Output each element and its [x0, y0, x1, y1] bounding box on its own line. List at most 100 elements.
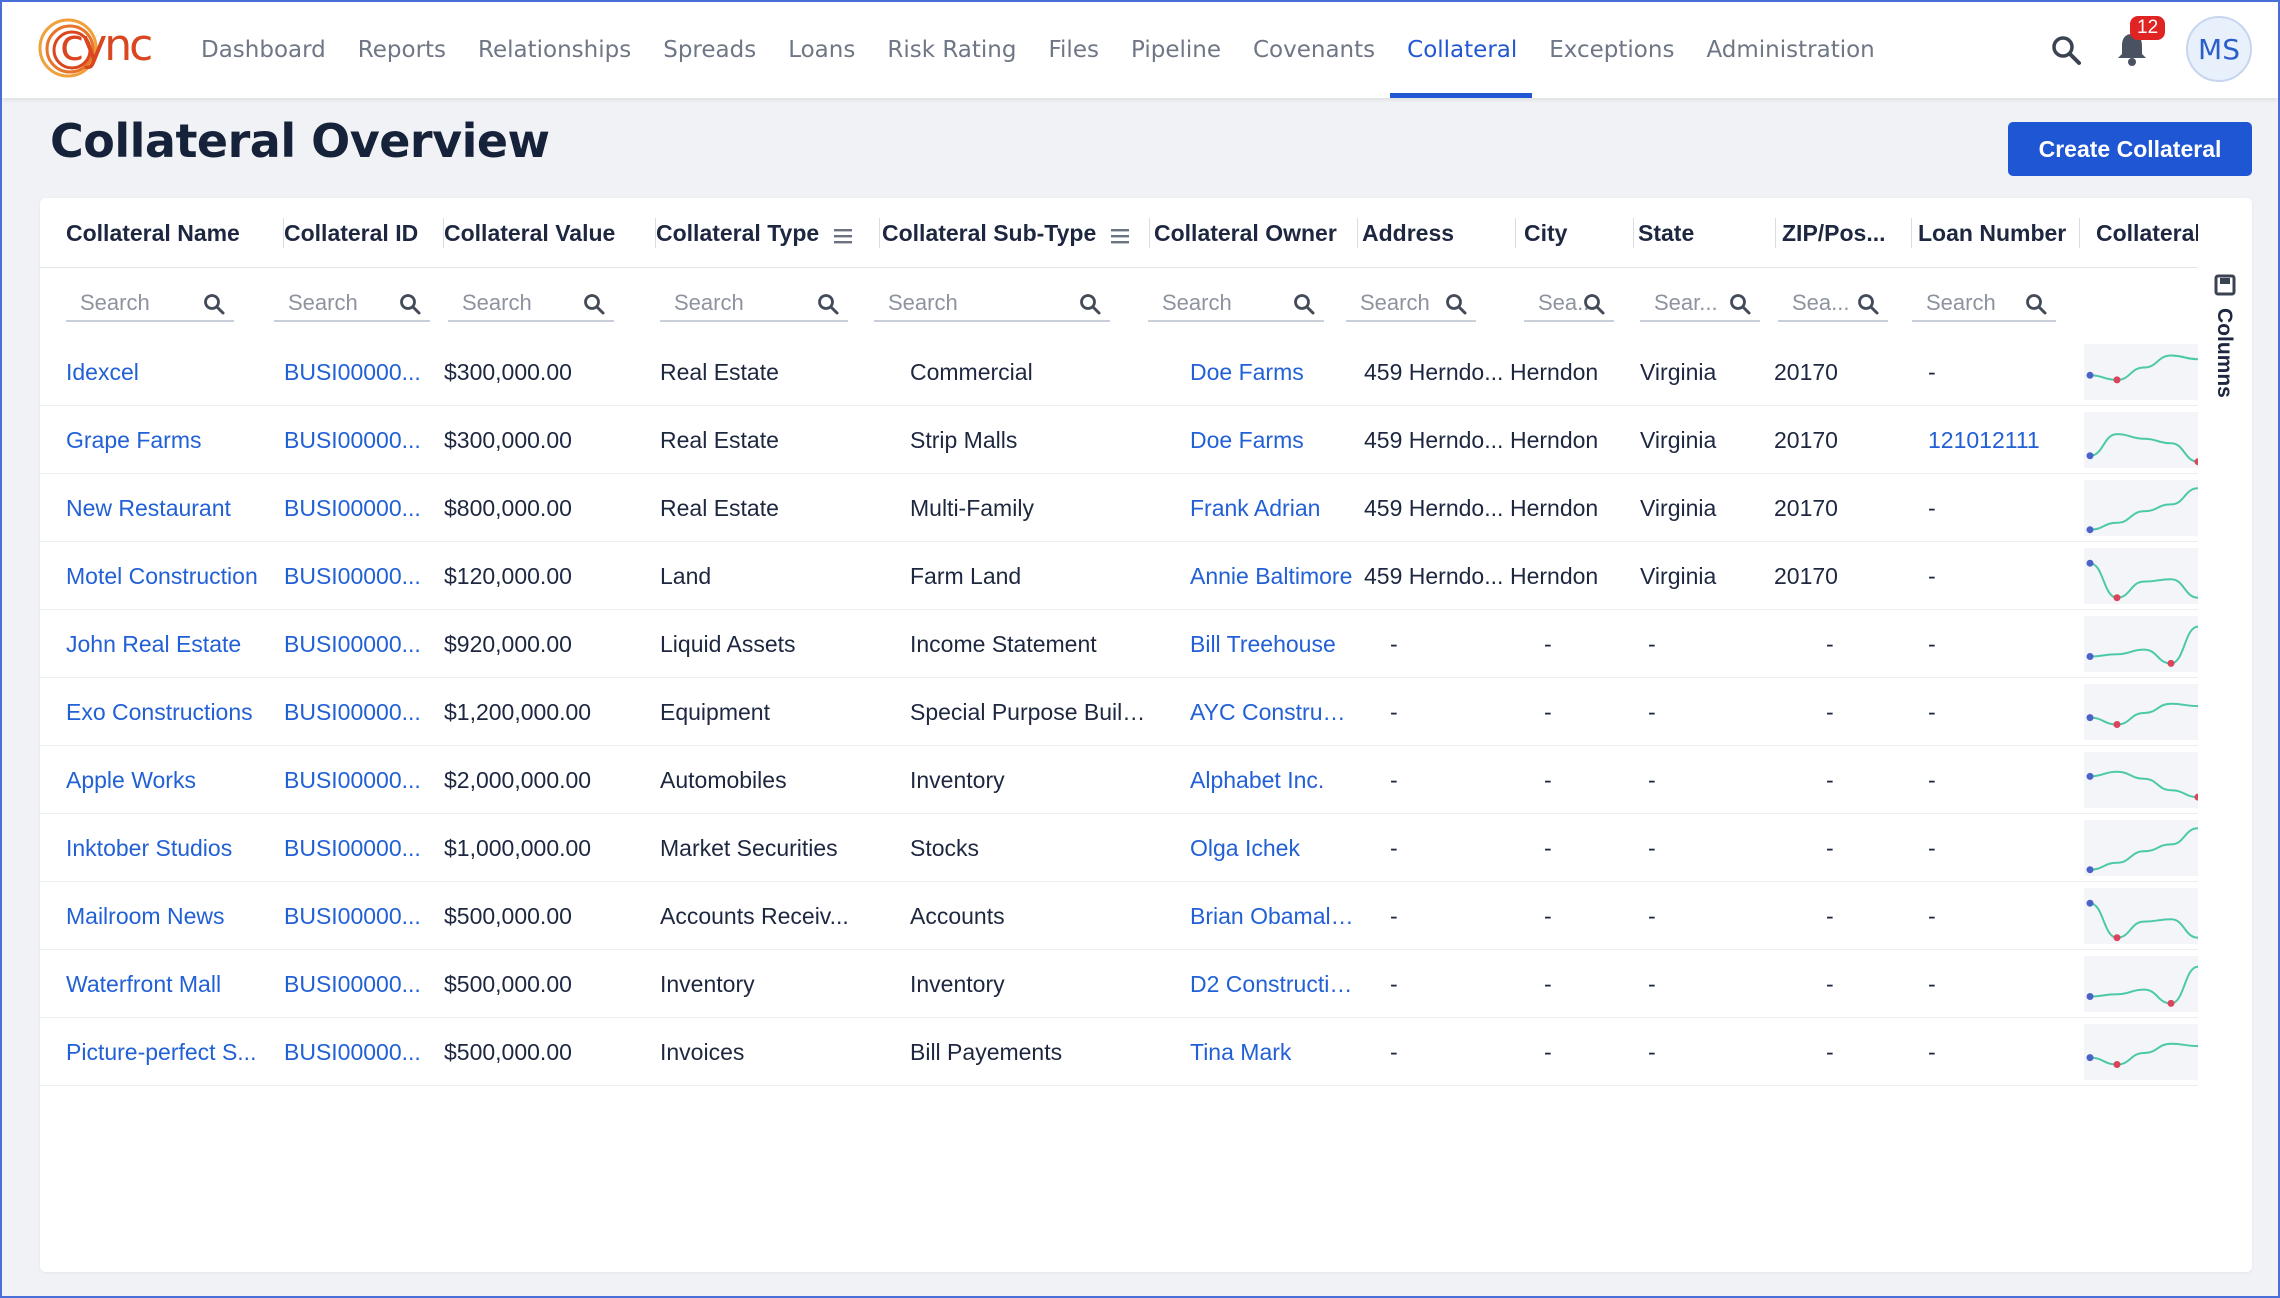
column-header-type[interactable]: Collateral Type	[656, 198, 880, 268]
search-icon[interactable]	[2048, 32, 2084, 68]
cell-owner[interactable]: Annie Baltimore	[1190, 542, 1354, 610]
column-separator[interactable]	[1515, 218, 1516, 248]
filter-search-icon[interactable]	[1728, 292, 1752, 316]
table-row[interactable]: Motel Construction BUSI00000... $120,000.0…	[40, 542, 2198, 610]
nav-item-spreads[interactable]: Spreads	[646, 2, 771, 98]
filter-search-icon[interactable]	[582, 292, 606, 316]
filter-search-icon[interactable]	[1292, 292, 1316, 316]
cell-owner[interactable]: Brian Obamalay	[1190, 882, 1354, 950]
cell-id[interactable]: BUSI00000...	[284, 610, 440, 678]
filter-search-icon[interactable]	[1856, 292, 1880, 316]
cell-name[interactable]: Apple Works	[66, 746, 280, 814]
create-collateral-button[interactable]: Create Collateral	[2008, 122, 2252, 176]
cell-loan[interactable]: 121012111	[1928, 406, 2076, 474]
cell-owner[interactable]: Alphabet Inc.	[1190, 746, 1354, 814]
filter-search-icon[interactable]	[1078, 292, 1102, 316]
column-header-value[interactable]: Collateral Value	[444, 198, 656, 268]
nav-item-reports[interactable]: Reports	[341, 2, 461, 98]
table-row[interactable]: Waterfront Mall BUSI00000... $500,000.00 In…	[40, 950, 2198, 1018]
cell-id[interactable]: BUSI00000...	[284, 814, 440, 882]
cell-id[interactable]: BUSI00000...	[284, 338, 440, 406]
column-separator[interactable]	[1149, 218, 1150, 248]
nav-item-relationships[interactable]: Relationships	[461, 2, 646, 98]
column-menu-icon[interactable]	[833, 224, 853, 244]
column-separator[interactable]	[1357, 218, 1358, 248]
nav-item-collateral[interactable]: Collateral	[1390, 2, 1533, 98]
cell-name[interactable]: Idexcel	[66, 338, 280, 406]
nav-item-files[interactable]: Files	[1031, 2, 1113, 98]
column-menu-icon[interactable]	[1110, 224, 1130, 244]
table-row[interactable]: Grape Farms BUSI00000... $300,000.00 Real E…	[40, 406, 2198, 474]
nav-item-pipeline[interactable]: Pipeline	[1114, 2, 1236, 98]
cell-name[interactable]: Inktober Studios	[66, 814, 280, 882]
nav-item-risk-rating[interactable]: Risk Rating	[870, 2, 1031, 98]
cell-owner[interactable]: AYC Constructi...	[1190, 678, 1354, 746]
table-row[interactable]: New Restaurant BUSI00000... $800,000.00 Rea…	[40, 474, 2198, 542]
column-header-owner[interactable]: Collateral Owner	[1154, 198, 1358, 268]
cell-owner[interactable]: Bill Treehouse	[1190, 610, 1354, 678]
cell-id[interactable]: BUSI00000...	[284, 1018, 440, 1086]
cell-name[interactable]: Exo Constructions	[66, 678, 280, 746]
cell-name[interactable]: John Real Estate	[66, 610, 280, 678]
filter-search-icon[interactable]	[1582, 292, 1606, 316]
cell-owner[interactable]: Doe Farms	[1190, 338, 1354, 406]
cell-id[interactable]: BUSI00000...	[284, 678, 440, 746]
cell-id[interactable]: BUSI00000...	[284, 406, 440, 474]
filter-search-icon[interactable]	[1444, 292, 1468, 316]
nav-item-administration[interactable]: Administration	[1689, 2, 1889, 98]
table-row[interactable]: Idexcel BUSI00000... $300,000.00 Real Estat…	[40, 338, 2198, 406]
cell-owner[interactable]: Doe Farms	[1190, 406, 1354, 474]
nav-item-exceptions[interactable]: Exceptions	[1532, 2, 1689, 98]
sparkline-low-point	[2113, 721, 2121, 728]
cell-id[interactable]: BUSI00000...	[284, 950, 440, 1018]
nav-item-covenants[interactable]: Covenants	[1236, 2, 1390, 98]
cell-name[interactable]: Motel Construction	[66, 542, 280, 610]
cell-name[interactable]: New Restaurant	[66, 474, 280, 542]
cell-id[interactable]: BUSI00000...	[284, 882, 440, 950]
cell-name[interactable]: Waterfront Mall	[66, 950, 280, 1018]
column-header-subtype[interactable]: Collateral Sub-Type	[882, 198, 1150, 268]
cell-id-text: BUSI00000...	[284, 902, 421, 929]
column-separator[interactable]	[2079, 218, 2080, 248]
cell-name[interactable]: Mailroom News	[66, 882, 280, 950]
column-separator[interactable]	[1911, 218, 1912, 248]
user-avatar[interactable]: MS	[2186, 16, 2252, 82]
cync-logo[interactable]: cync	[36, 14, 160, 84]
cell-name[interactable]: Grape Farms	[66, 406, 280, 474]
filter-search-icon[interactable]	[2024, 292, 2048, 316]
column-header-address[interactable]: Address	[1362, 198, 1516, 268]
column-separator[interactable]	[1633, 218, 1634, 248]
table-row[interactable]: Picture-perfect S... BUSI00000... $500,000…	[40, 1018, 2198, 1086]
columns-tool-tab[interactable]: Columns	[2206, 268, 2246, 408]
filter-search-icon[interactable]	[202, 292, 226, 316]
cell-id[interactable]: BUSI00000...	[284, 746, 440, 814]
column-header-state[interactable]: State	[1638, 198, 1776, 268]
column-header-loan[interactable]: Loan Number	[1918, 198, 2080, 268]
table-row[interactable]: Apple Works BUSI00000... $2,000,000.00 Auto…	[40, 746, 2198, 814]
cell-zip: 20170	[1774, 406, 1906, 474]
column-separator[interactable]	[879, 218, 880, 248]
cell-id-text: BUSI00000...	[284, 494, 421, 521]
column-header-name[interactable]: Collateral Name	[66, 198, 284, 268]
filter-input-subtype[interactable]	[874, 290, 1110, 316]
cell-owner[interactable]: D2 Constructions	[1190, 950, 1354, 1018]
cell-owner[interactable]: Tina Mark	[1190, 1018, 1354, 1086]
filter-search-icon[interactable]	[398, 292, 422, 316]
table-row[interactable]: John Real Estate BUSI00000... $920,000.00 L…	[40, 610, 2198, 678]
table-row[interactable]: Inktober Studios BUSI00000... $1,000,000.0…	[40, 814, 2198, 882]
cell-owner[interactable]: Olga Ichek	[1190, 814, 1354, 882]
nav-item-dashboard[interactable]: Dashboard	[184, 2, 341, 98]
cell-id[interactable]: BUSI00000...	[284, 542, 440, 610]
cell-name[interactable]: Picture-perfect S...	[66, 1018, 280, 1086]
cell-id[interactable]: BUSI00000...	[284, 474, 440, 542]
column-header-id[interactable]: Collateral ID	[284, 198, 444, 268]
column-header-trend[interactable]: Collateral	[2096, 198, 2198, 268]
table-row[interactable]: Mailroom News BUSI00000... $500,000.00 Acco…	[40, 882, 2198, 950]
nav-item-loans[interactable]: Loans	[771, 2, 870, 98]
filter-search-icon[interactable]	[816, 292, 840, 316]
column-separator[interactable]	[1775, 218, 1776, 248]
table-row[interactable]: Exo Constructions BUSI00000... $1,200,000.…	[40, 678, 2198, 746]
cell-owner[interactable]: Frank Adrian	[1190, 474, 1354, 542]
column-header-city[interactable]: City	[1524, 198, 1634, 268]
column-header-zip[interactable]: ZIP/Pos...	[1782, 198, 1912, 268]
